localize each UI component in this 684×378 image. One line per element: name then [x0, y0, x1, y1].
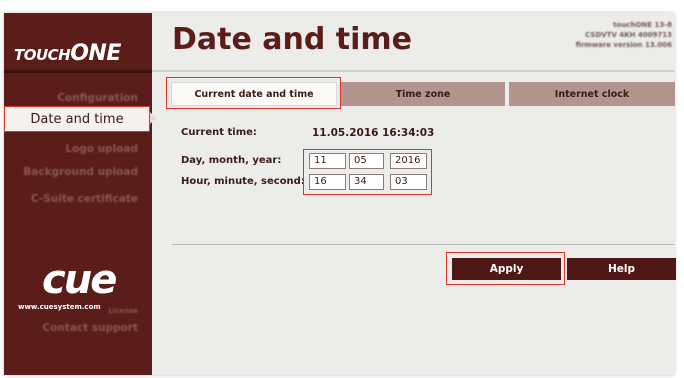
month-input[interactable]: 05: [349, 153, 384, 169]
sidebar-item-configuration[interactable]: Configuration: [57, 92, 138, 104]
device-model: touchONE 13-8: [613, 21, 672, 29]
sidebar: TOUCHONE Configuration Logo upload Backg…: [4, 13, 152, 375]
sidebar-item-background-upload[interactable]: Background upload: [23, 166, 138, 178]
page-title: Date and time: [172, 22, 413, 57]
apply-button[interactable]: Apply: [452, 258, 561, 280]
second-input[interactable]: 03: [390, 174, 427, 190]
tab-internet-clock[interactable]: Internet clock: [509, 82, 675, 106]
cue-website: www.cuesystem.com: [18, 303, 101, 311]
device-info: touchONE 13-8 CSDVTV 4KH 4009713 firmwar…: [576, 20, 672, 50]
firmware-version: firmware version 13.006: [575, 41, 672, 49]
device-serial: CSDVTV 4KH 4009713: [585, 31, 672, 39]
hour-input[interactable]: 16: [309, 174, 346, 190]
sidebar-divider: [4, 70, 152, 73]
day-month-year-label: Day, month, year:: [181, 155, 282, 166]
current-time-value: 11.05.2016 16:34:03: [312, 127, 435, 139]
current-time-label: Current time:: [181, 127, 257, 138]
tab-time-zone[interactable]: Time zone: [341, 82, 505, 106]
cue-logo: cue: [42, 257, 117, 303]
day-input[interactable]: 11: [309, 153, 346, 169]
active-item-arrow-icon: [150, 112, 156, 124]
content-divider: [172, 244, 674, 245]
year-input[interactable]: 2016: [390, 153, 427, 169]
hour-minute-second-label: Hour, minute, second:: [181, 176, 305, 187]
sidebar-item-logo-upload[interactable]: Logo upload: [65, 143, 138, 155]
sidebar-item-date-and-time[interactable]: Date and time: [4, 106, 150, 132]
sidebar-item-contact-support[interactable]: Contact support: [42, 322, 138, 334]
help-button[interactable]: Help: [567, 258, 676, 280]
tab-current-date-and-time[interactable]: Current date and time: [171, 82, 337, 106]
minute-input[interactable]: 34: [349, 174, 384, 190]
touchone-logo: TOUCHONE: [14, 41, 121, 66]
sidebar-item-csuite-certificate[interactable]: C-Suite certificate: [31, 193, 138, 205]
header-divider: [152, 70, 674, 72]
sidebar-item-license[interactable]: License: [108, 307, 138, 315]
sidebar-item-label: Date and time: [30, 111, 124, 127]
